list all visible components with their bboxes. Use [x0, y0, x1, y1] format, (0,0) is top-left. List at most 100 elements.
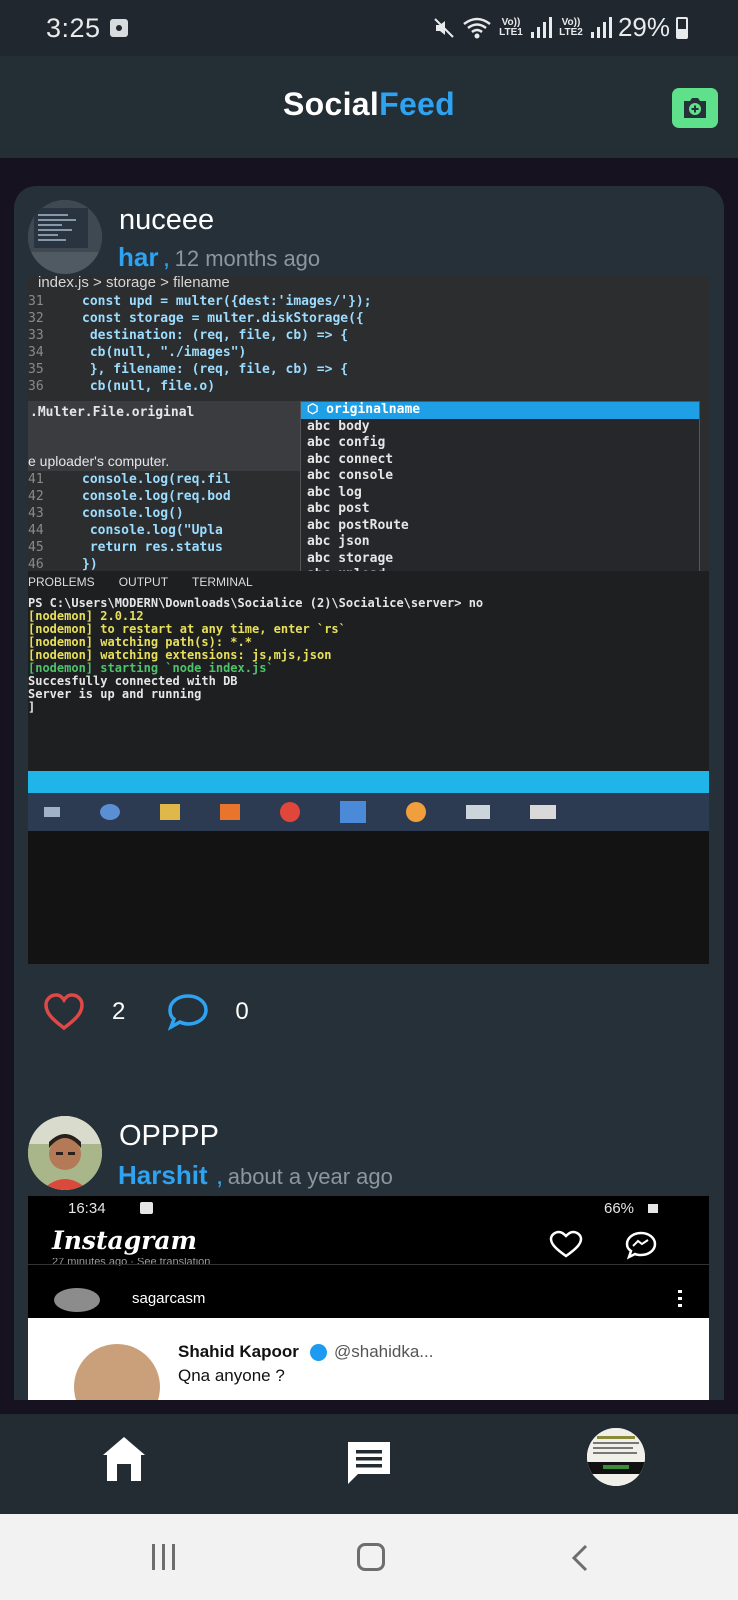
- line-number: 32: [28, 311, 44, 326]
- post-image[interactable]: index.js > storage > filename 31 const up…: [28, 276, 709, 964]
- shot-time: 16:34: [68, 1200, 106, 1217]
- shot-battery-icon: [648, 1204, 658, 1213]
- chat-icon[interactable]: [344, 1438, 394, 1488]
- post-author[interactable]: Harshit: [118, 1160, 208, 1190]
- avatar[interactable]: [28, 200, 102, 274]
- shot-notification-icon: [140, 1202, 153, 1214]
- panel-area: PROBLEMS OUTPUT TERMINAL PS C:\Users\MODER…: [28, 571, 709, 771]
- autocomplete-item: abc console: [307, 468, 394, 483]
- taskbar-icon: [466, 805, 490, 819]
- camera-button[interactable]: [672, 88, 718, 128]
- terminal-line: Server is up and running: [28, 687, 202, 701]
- app-title: SocialFeed: [0, 86, 738, 123]
- system-nav-bar: [0, 1514, 738, 1600]
- back-button[interactable]: [570, 1544, 590, 1572]
- line-number: 42: [28, 489, 44, 504]
- system-home-button[interactable]: [357, 1543, 385, 1571]
- taskbar: [28, 771, 709, 831]
- profile-avatar[interactable]: [587, 1428, 645, 1486]
- panel-tabs: PROBLEMS OUTPUT TERMINAL: [28, 575, 253, 589]
- post-author[interactable]: har: [118, 242, 158, 272]
- post-card: nuceee har , 12 months ago index.js > st…: [14, 186, 724, 1086]
- lte1-label: Vo)) LTE1: [499, 16, 523, 38]
- taskbar-icon: [160, 804, 180, 820]
- shot-account: sagarcasm: [132, 1290, 206, 1307]
- like-count: 2: [112, 998, 126, 1025]
- line-text: console.log(req.fil: [82, 472, 231, 487]
- post-actions: 2 0: [42, 992, 249, 1032]
- line-number: 34: [28, 345, 44, 360]
- terminal-line: ]: [28, 700, 36, 714]
- line-text: }, filename: (req, file, cb) => {: [82, 362, 349, 377]
- bottom-nav: [0, 1414, 738, 1514]
- line-number: 45: [28, 540, 44, 555]
- taskbar-icon: [44, 807, 60, 817]
- feed-card[interactable]: nuceee har , 12 months ago index.js > st…: [14, 186, 724, 1400]
- panel-tab: PROBLEMS: [28, 575, 95, 589]
- line-number: 35: [28, 362, 44, 377]
- panel-tab: OUTPUT: [118, 575, 169, 589]
- code-line: 35 }, filename: (req, file, cb) => {: [28, 362, 709, 377]
- heart-icon[interactable]: [42, 992, 86, 1032]
- desk-shadow: [28, 831, 709, 964]
- signal-icon: [530, 16, 552, 38]
- camera-plus-icon: [684, 98, 706, 118]
- autocomplete-item: abc post: [307, 501, 370, 516]
- line-number: 46: [28, 557, 44, 572]
- shot-heart-icon: [549, 1230, 583, 1258]
- line-text: const storage = multer.diskStorage({: [82, 311, 364, 326]
- taskbar-icon: [280, 802, 300, 822]
- shot-messenger-icon: [625, 1231, 657, 1260]
- code-line: 31 const upd = multer({dest:'images/'});: [28, 294, 709, 309]
- post-time: 12 months ago: [174, 246, 321, 271]
- taskbar-icon: [340, 801, 366, 823]
- panel-tab: TERMINAL: [192, 575, 253, 589]
- tooltip-text: e uploader's computer.: [28, 453, 170, 469]
- line-text: cb(null, file.o): [82, 379, 216, 394]
- post-caption: nuceee: [119, 204, 215, 236]
- comment-icon[interactable]: [165, 992, 211, 1032]
- line-number: 41: [28, 472, 44, 487]
- editor-area: index.js > storage > filename 31 const up…: [28, 276, 709, 601]
- autocomplete-item: abc body: [307, 418, 370, 434]
- line-text: console.log("Upla: [82, 523, 223, 538]
- line-text: console.log(): [82, 506, 184, 521]
- shot-tweet-handle: @shahidka...: [334, 1342, 434, 1361]
- shot-statusbar: 16:34 66%: [28, 1196, 709, 1224]
- app-title-feed: Feed: [379, 86, 455, 122]
- code-line: 36 cb(null, file.o): [28, 379, 709, 394]
- home-icon[interactable]: [100, 1434, 148, 1484]
- status-icons: Vo)) LTE1 Vo)) LTE2 29%: [432, 12, 688, 43]
- autocomplete-item: abc config: [307, 435, 386, 450]
- meta-separator: ,: [216, 1160, 224, 1190]
- autocomplete-item: abc storage: [307, 550, 394, 566]
- line-number: 33: [28, 328, 44, 343]
- autocomplete-item: abc log: [307, 484, 362, 500]
- post-meta: har , 12 months ago: [118, 242, 320, 273]
- app-title-social: Social: [283, 86, 380, 122]
- shot-tweet-name: Shahid Kapoor: [178, 1342, 299, 1361]
- shot-tweet-card: Shahid Kapoor @shahidka... Qna anyone ?: [28, 1318, 709, 1400]
- line-text: destination: (req, file, cb) => {: [82, 328, 349, 343]
- avatar[interactable]: [28, 1116, 102, 1190]
- editor-breadcrumb: index.js > storage > filename: [38, 276, 230, 291]
- tooltip-panel: .Multer.File.original e uploader's compu…: [28, 401, 300, 471]
- shot-app-name: Instagram: [52, 1226, 197, 1255]
- recent-apps-button[interactable]: [152, 1544, 175, 1570]
- line-text: console.log(req.bod: [82, 489, 231, 504]
- post-meta: Harshit , about a year ago: [118, 1160, 393, 1191]
- tooltip-title: .Multer.File.original: [30, 405, 195, 420]
- autocomplete-item: abc json: [307, 534, 370, 549]
- comment-count: 0: [235, 998, 249, 1025]
- signal-icon-2: [590, 16, 612, 38]
- meta-separator: ,: [162, 242, 171, 272]
- notification-icon: [110, 19, 128, 37]
- lte2-label: Vo)) LTE2: [559, 16, 583, 38]
- post-image[interactable]: 16:34 66% Instagram 27 minutes ago · See…: [28, 1196, 709, 1400]
- taskbar-icon: [530, 805, 556, 819]
- terminal-output: PS C:\Users\MODERN\Downloads\Socialice (…: [28, 597, 483, 714]
- status-bar: 3:25 Vo)) LTE1 Vo)) LTE2 29%: [0, 0, 738, 56]
- post-time: about a year ago: [227, 1164, 393, 1189]
- autocomplete-item: ⬡ originalname: [301, 402, 699, 419]
- app-header: SocialFeed: [0, 56, 738, 158]
